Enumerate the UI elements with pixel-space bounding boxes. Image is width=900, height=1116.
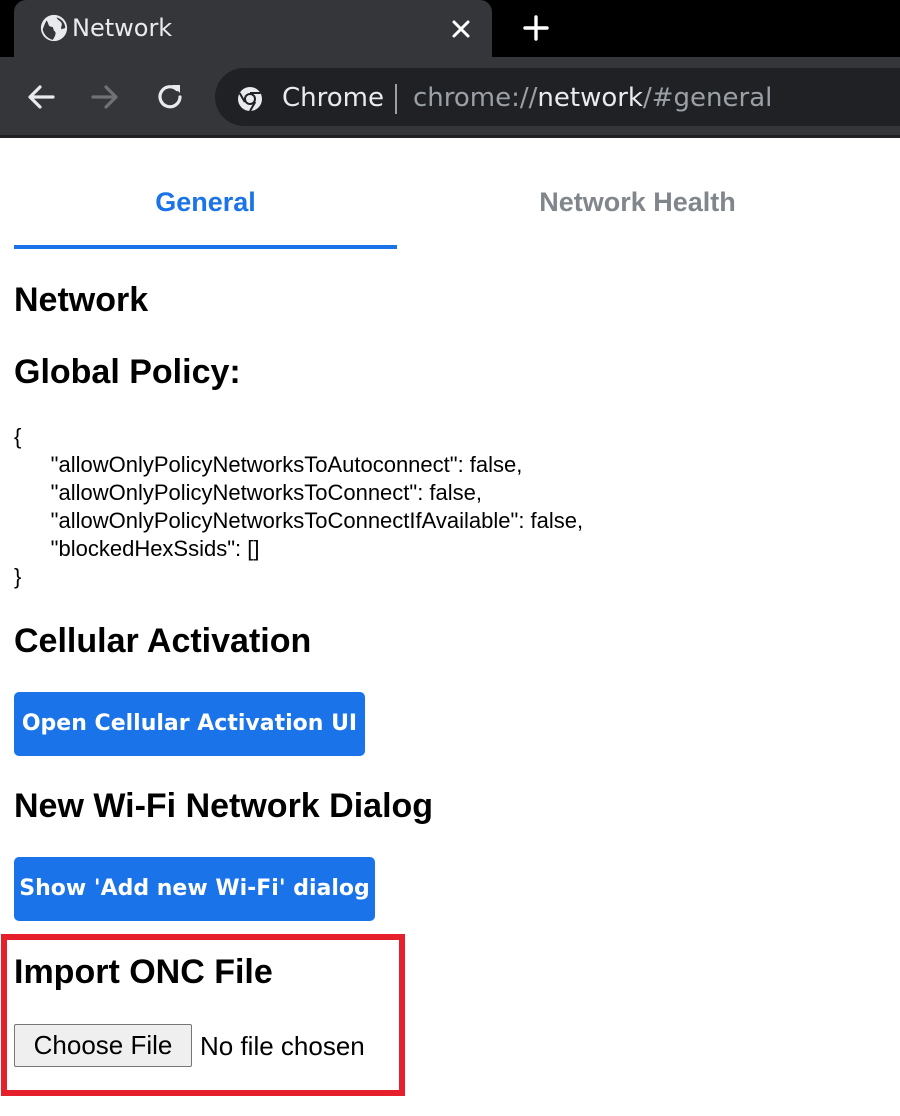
url-scheme: chrome:// bbox=[413, 83, 538, 113]
chrome-logo-icon[interactable] bbox=[236, 85, 264, 113]
global-policy-json: { "allowOnlyPolicyNetworksToAutoconnect"… bbox=[14, 424, 584, 589]
plus-icon[interactable] bbox=[520, 12, 552, 44]
url-host: network bbox=[537, 83, 643, 113]
tab-network-health[interactable]: Network Health bbox=[440, 185, 835, 219]
reload-icon[interactable] bbox=[153, 80, 187, 114]
choose-file-button[interactable]: Choose File bbox=[14, 1024, 192, 1067]
selected-tab-indicator bbox=[14, 245, 397, 249]
import-onc-heading: Import ONC File bbox=[14, 953, 273, 991]
close-icon[interactable] bbox=[446, 14, 476, 44]
url-text[interactable]: chrome://network/#general bbox=[413, 81, 772, 115]
globe-icon bbox=[40, 14, 68, 42]
open-cellular-activation-button[interactable]: Open Cellular Activation UI bbox=[14, 692, 365, 756]
global-policy-heading: Global Policy: bbox=[14, 353, 241, 391]
tab-general[interactable]: General bbox=[14, 185, 397, 219]
network-heading: Network bbox=[14, 281, 149, 319]
back-arrow-icon[interactable] bbox=[24, 80, 58, 114]
omnibox-chip-label: Chrome bbox=[282, 83, 384, 113]
url-path: /#general bbox=[643, 83, 773, 113]
omnibox-separator bbox=[395, 84, 397, 114]
new-wifi-dialog-heading: New Wi-Fi Network Dialog bbox=[14, 787, 434, 825]
file-status-text: No file chosen bbox=[200, 1031, 365, 1061]
toolbar-divider bbox=[0, 135, 900, 138]
browser-tab-title: Network bbox=[72, 14, 173, 42]
cellular-activation-heading: Cellular Activation bbox=[14, 622, 312, 660]
show-add-wifi-dialog-button[interactable]: Show 'Add new Wi-Fi' dialog bbox=[14, 857, 375, 921]
forward-arrow-icon[interactable] bbox=[88, 80, 122, 114]
